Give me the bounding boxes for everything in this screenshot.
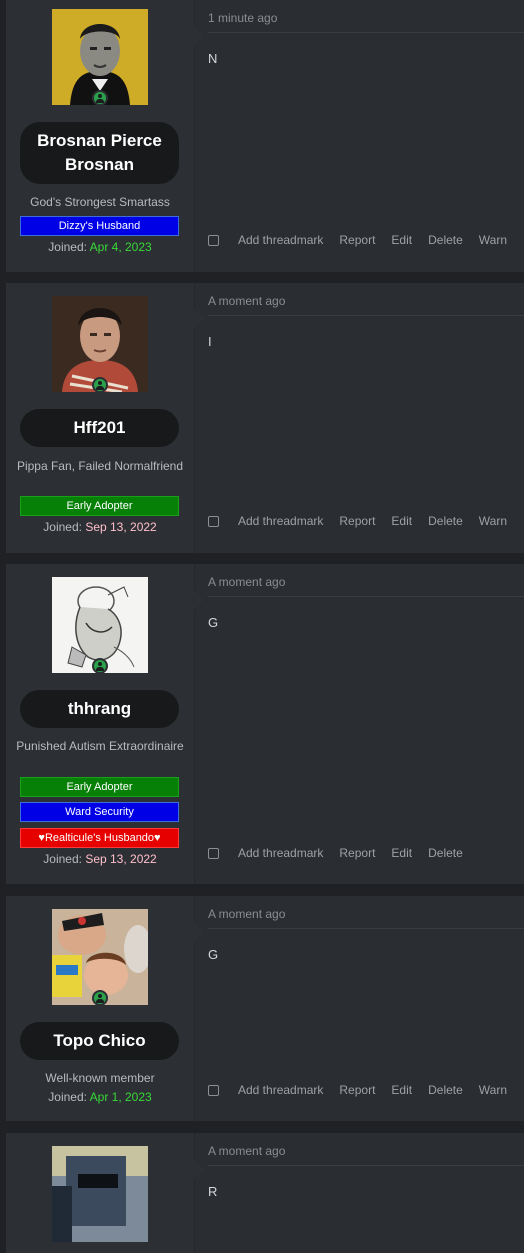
user-column: Hff201 Pippa Fan, Failed Normalfriend Ea… <box>6 283 195 553</box>
joined-info: Joined: Apr 4, 2023 <box>14 239 186 255</box>
post: Brosnan Pierce Brosnan God's Strongest S… <box>6 0 524 272</box>
delete-link[interactable]: Delete <box>428 846 463 860</box>
user-title: Punished Autism Extraordinaire <box>16 739 184 753</box>
user-title: Pippa Fan, Failed Normalfriend <box>16 459 184 473</box>
post-timestamp[interactable]: A moment ago <box>208 1144 285 1158</box>
divider <box>208 1165 524 1166</box>
checkbox-icon[interactable] <box>208 847 219 859</box>
joined-label: Joined: <box>48 1090 87 1104</box>
post-actions: Add threadmark Report Edit Delete Warn <box>208 233 524 247</box>
divider <box>208 596 524 597</box>
post-actions: Add threadmark Report Edit Delete Warn <box>208 514 524 528</box>
avatar[interactable] <box>52 1146 148 1242</box>
user-column: Brosnan Pierce Brosnan God's Strongest S… <box>6 0 195 272</box>
post-body: I <box>208 334 212 349</box>
report-link[interactable]: Report <box>339 233 375 247</box>
username[interactable]: Topo Chico <box>20 1022 179 1060</box>
message-arrow <box>194 590 204 610</box>
user-banner: Early Adopter <box>20 777 179 797</box>
edit-link[interactable]: Edit <box>391 233 412 247</box>
joined-date: Apr 1, 2023 <box>89 1090 152 1104</box>
username[interactable]: Brosnan Pierce Brosnan <box>20 122 179 184</box>
post-timestamp[interactable]: A moment ago <box>208 575 285 589</box>
report-link[interactable]: Report <box>339 1083 375 1097</box>
delete-link[interactable]: Delete <box>428 233 463 247</box>
online-status-icon <box>92 658 108 674</box>
user-column: Topo Chico Well-known member Joined: Apr… <box>6 896 195 1121</box>
joined-info: Joined: Sep 13, 2022 <box>14 519 186 535</box>
post: Hff201 Pippa Fan, Failed Normalfriend Ea… <box>6 283 524 553</box>
user-column: thhrang Punished Autism Extraordinaire E… <box>6 564 195 884</box>
delete-link[interactable]: Delete <box>428 514 463 528</box>
post-timestamp[interactable]: A moment ago <box>208 294 285 308</box>
joined-label: Joined: <box>43 852 82 866</box>
message-arrow <box>194 26 204 46</box>
post-body: G <box>208 615 219 630</box>
user-banner: Ward Security <box>20 802 179 822</box>
joined-label: Joined: <box>48 240 87 254</box>
delete-link[interactable]: Delete <box>428 1083 463 1097</box>
add-threadmark-link[interactable]: Add threadmark <box>238 514 323 528</box>
post-timestamp[interactable]: A moment ago <box>208 907 285 921</box>
edit-link[interactable]: Edit <box>391 846 412 860</box>
post-actions: Add threadmark Report Edit Delete <box>208 846 524 860</box>
joined-info: Joined: Sep 13, 2022 <box>14 851 186 867</box>
post-actions: Add threadmark Report Edit Delete Warn <box>208 1083 524 1097</box>
report-link[interactable]: Report <box>339 846 375 860</box>
add-threadmark-link[interactable]: Add threadmark <box>238 1083 323 1097</box>
edit-link[interactable]: Edit <box>391 514 412 528</box>
warn-link[interactable]: Warn <box>479 1083 507 1097</box>
online-status-icon <box>92 90 108 106</box>
post-body: R <box>208 1184 218 1199</box>
joined-date: Apr 4, 2023 <box>89 240 152 254</box>
add-threadmark-link[interactable]: Add threadmark <box>238 233 323 247</box>
post-body: N <box>208 51 218 66</box>
joined-date: Sep 13, 2022 <box>85 852 157 866</box>
message-arrow <box>194 1159 204 1179</box>
divider <box>208 315 524 316</box>
message-arrow <box>194 922 204 942</box>
user-column <box>6 1133 195 1253</box>
edit-link[interactable]: Edit <box>391 1083 412 1097</box>
user-banner: ♥Realticule's Husbando♥ <box>20 828 179 848</box>
checkbox-icon[interactable] <box>208 1084 219 1096</box>
joined-label: Joined: <box>43 520 82 534</box>
username[interactable]: Hff201 <box>20 409 179 447</box>
checkbox-icon[interactable] <box>208 515 219 527</box>
online-status-icon <box>92 377 108 393</box>
checkbox-icon[interactable] <box>208 234 219 246</box>
user-title: Well-known member <box>45 1071 155 1085</box>
post: A moment ago R <box>6 1133 524 1253</box>
divider <box>208 928 524 929</box>
post: Topo Chico Well-known member Joined: Apr… <box>6 896 524 1121</box>
user-banner: Dizzy's Husband <box>20 216 179 236</box>
warn-link[interactable]: Warn <box>479 233 507 247</box>
username[interactable]: thhrang <box>20 690 179 728</box>
message-arrow <box>194 309 204 329</box>
online-status-icon <box>92 990 108 1006</box>
user-banner: Early Adopter <box>20 496 179 516</box>
post: thhrang Punished Autism Extraordinaire E… <box>6 564 524 884</box>
divider <box>208 32 524 33</box>
add-threadmark-link[interactable]: Add threadmark <box>238 846 323 860</box>
post-body: G <box>208 947 219 962</box>
joined-info: Joined: Apr 1, 2023 <box>14 1089 186 1105</box>
joined-date: Sep 13, 2022 <box>85 520 157 534</box>
post-timestamp[interactable]: 1 minute ago <box>208 11 277 25</box>
user-title: God's Strongest Smartass <box>30 195 170 209</box>
report-link[interactable]: Report <box>339 514 375 528</box>
warn-link[interactable]: Warn <box>479 514 507 528</box>
